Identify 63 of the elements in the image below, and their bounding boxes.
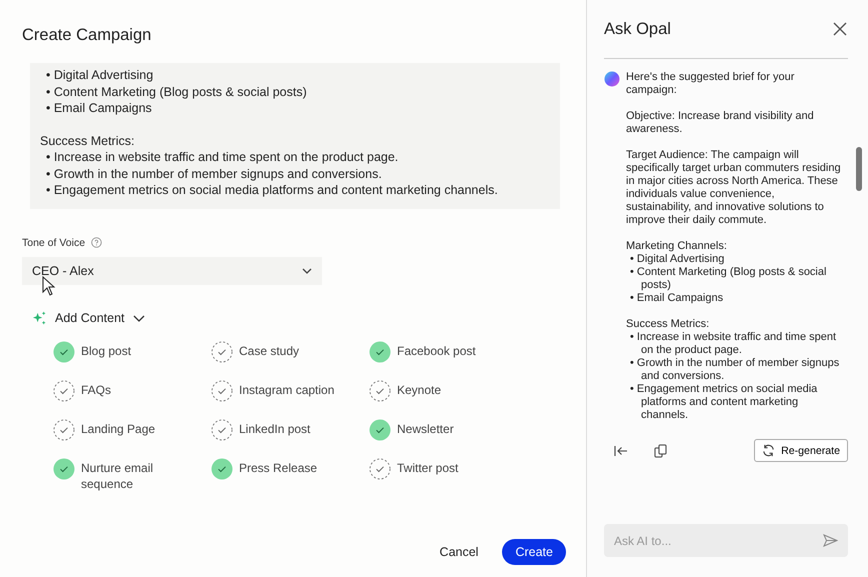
- brief-bullet: • Digital Advertising: [46, 67, 154, 84]
- close-icon[interactable]: [832, 21, 848, 37]
- content-type-label: Blog post: [81, 342, 132, 359]
- checked-circle-icon[interactable]: [211, 458, 233, 480]
- message-text: Target Audience: The campaign will specifically target urban commuters residing in major cities across North America. These individuals value convenience, sustainability, and innovative solutions to improve their daily commute.: [626, 149, 842, 227]
- brief-bullet: • Growth in the number of member signups and conversions.: [46, 166, 383, 182]
- field-label: Tone of Voice: [22, 236, 86, 248]
- checked-circle-icon[interactable]: [53, 458, 75, 480]
- panel-title: Ask Opal: [604, 20, 671, 38]
- checked-circle-icon[interactable]: [369, 418, 391, 440]
- content-type-label: Landing Page: [81, 420, 156, 437]
- checked-circle-icon[interactable]: [53, 340, 75, 362]
- add-content-button[interactable]: Add Content: [32, 310, 144, 326]
- refresh-icon: [762, 444, 776, 457]
- ask-ai-field[interactable]: Ask AI to...: [604, 524, 848, 557]
- help-icon[interactable]: [91, 237, 102, 248]
- unchecked-circle-icon[interactable]: [211, 340, 233, 362]
- scrollbar-thumb[interactable]: [856, 147, 862, 191]
- unchecked-circle-icon[interactable]: [211, 380, 233, 402]
- cancel-button[interactable]: Cancel: [434, 544, 484, 560]
- regenerate-button[interactable]: Re-generate: [754, 439, 848, 462]
- content-type-label: Case study: [239, 342, 300, 359]
- chevron-icon: [132, 314, 144, 322]
- send-icon[interactable]: [823, 534, 838, 547]
- brief-bullet: • Increase in website traffic and time spent on the product page.: [46, 149, 400, 166]
- brief-bullet: • Engagement metrics on social media platforms and content marketing channels.: [46, 182, 499, 198]
- tone-select[interactable]: CEO - Alex: [22, 256, 322, 284]
- content-type-label: Twitter post: [397, 460, 458, 476]
- assistant-avatar-icon: [604, 71, 620, 87]
- message-text: Objective: Increase brand visibility and awareness.: [626, 110, 815, 136]
- unchecked-circle-icon[interactable]: [53, 418, 75, 440]
- brief-heading: Success Metrics:: [40, 132, 136, 149]
- content-type-label: LinkedIn post: [239, 420, 310, 437]
- message-bullet: • Growth in the number of member signups and conversions.: [630, 357, 840, 383]
- content-type-label: Press Release: [239, 460, 318, 476]
- content-type-label: Keynote: [397, 382, 442, 398]
- unchecked-circle-icon[interactable]: [369, 458, 391, 480]
- create-button[interactable]: Create: [502, 539, 566, 565]
- content-type-label: Newsletter: [397, 420, 454, 437]
- unchecked-circle-icon[interactable]: [369, 380, 391, 402]
- unchecked-circle-icon[interactable]: [211, 418, 233, 440]
- message-bullet: • Email Campaigns: [630, 292, 724, 305]
- mouse-cursor-icon: [42, 276, 56, 296]
- message-heading: Success Metrics:: [626, 318, 710, 331]
- message-bullet: • Digital Advertising: [630, 253, 726, 266]
- content-type-label: Nurture email sequence: [81, 460, 154, 492]
- checked-circle-icon[interactable]: [369, 340, 391, 362]
- brief-bullet: • Email Campaigns: [46, 100, 153, 116]
- message-text: Here's the suggested brief for your campaign:: [626, 71, 796, 97]
- dialog-title: Create Campaign: [22, 26, 152, 45]
- content-type-label: Instagram caption: [239, 382, 334, 398]
- brief-bullet: • Content Marketing (Blog posts & social posts): [46, 84, 308, 100]
- chevron-down-icon: [302, 268, 312, 274]
- message-bullet: • Engagement metrics on social media platforms and content marketing channels.: [630, 383, 818, 422]
- message-bullet: • Content Marketing (Blog posts & social posts): [630, 266, 828, 292]
- message-bullet: • Increase in website traffic and time spent on the product page.: [630, 331, 838, 357]
- sparkle-icon: [32, 310, 47, 326]
- copy-icon[interactable]: [654, 444, 668, 458]
- content-type-label: Facebook post: [397, 342, 476, 359]
- unchecked-circle-icon[interactable]: [53, 380, 75, 402]
- message-heading: Marketing Channels:: [626, 240, 728, 253]
- collapse-left-icon[interactable]: [614, 444, 628, 456]
- content-type-label: FAQs: [81, 382, 112, 398]
